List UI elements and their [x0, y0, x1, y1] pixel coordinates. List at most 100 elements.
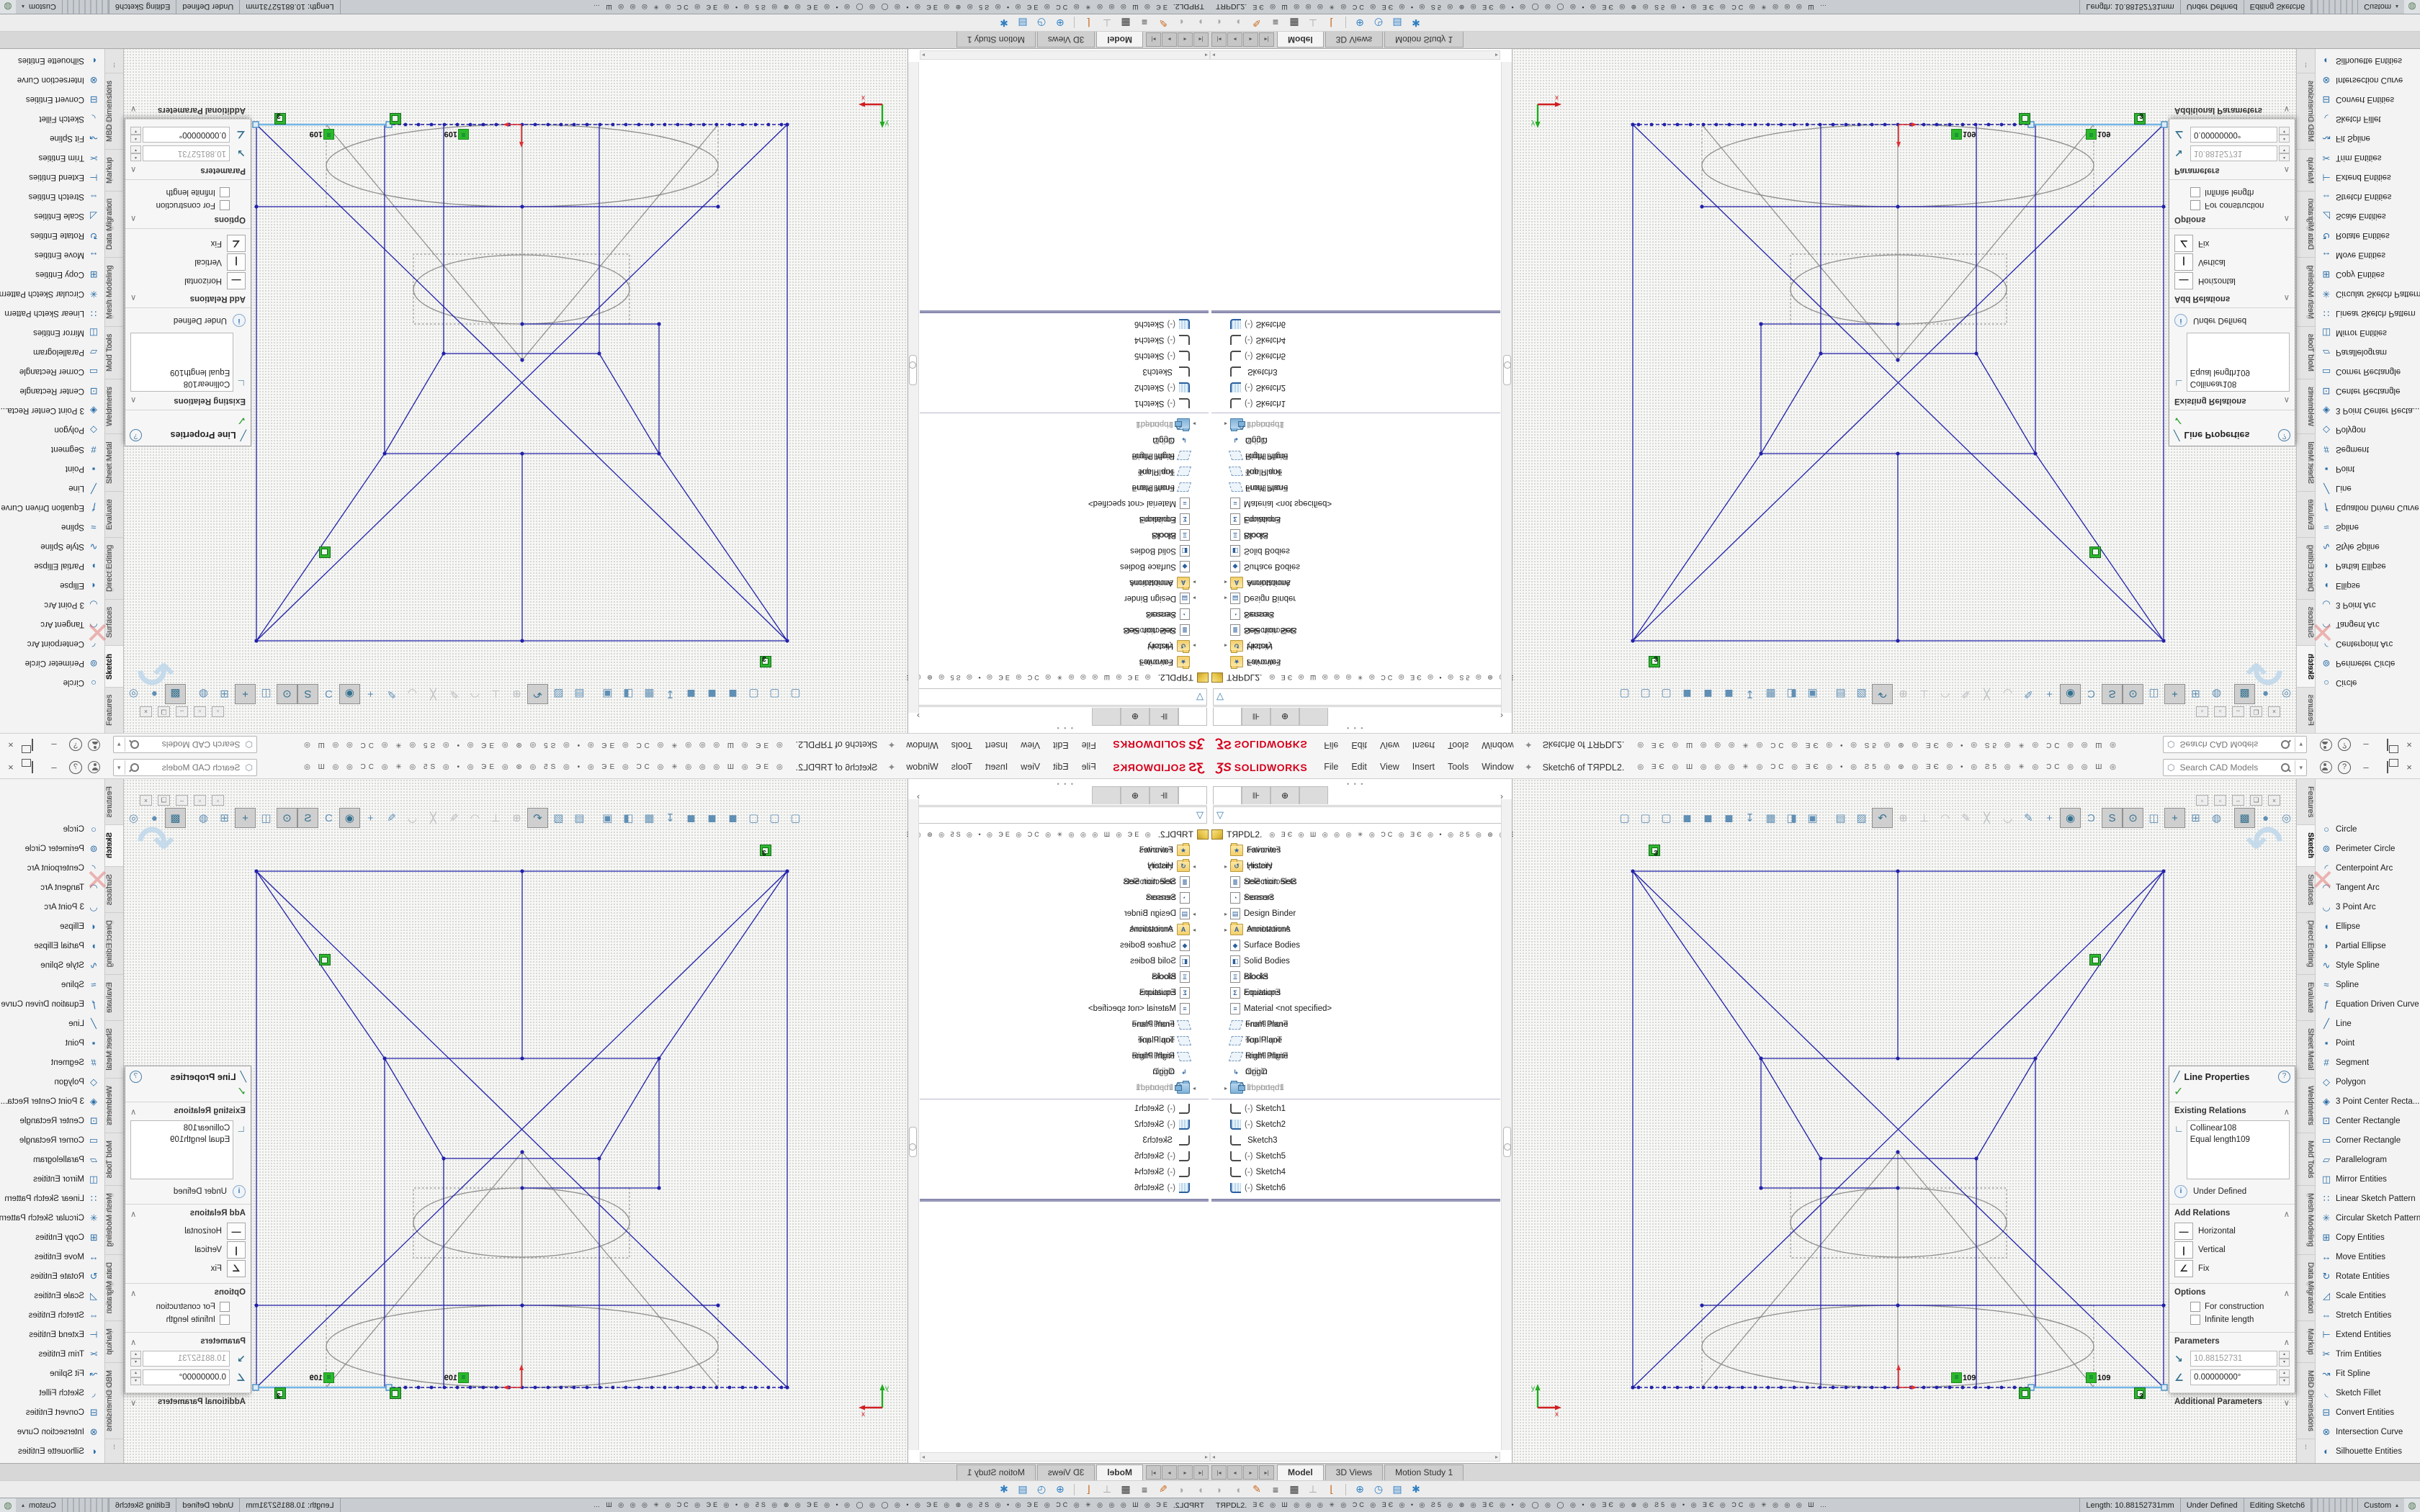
sketch-row[interactable]: ▸ (-) Sketch6Sketch6 — [1211, 316, 1500, 332]
collapse-caret-icon[interactable]: ∧ — [130, 1107, 136, 1117]
option-checkbox[interactable]: Infinite length — [130, 1315, 230, 1325]
add-relation-button[interactable]: — Horizontal — [130, 272, 246, 289]
length-field[interactable]: 10.88152731 — [2190, 1351, 2277, 1367]
heads-up-toolbar-icon[interactable]: ◼ — [722, 808, 743, 828]
command-tab[interactable]: MarkupMarkup — [2297, 149, 2315, 191]
sketch-row[interactable]: ▸ Sketch3Sketch3 — [920, 1133, 1209, 1148]
heads-up-toolbar-icon[interactable]: ↧ — [1739, 684, 1760, 704]
tree-row[interactable]: ▸ Front PlaneFront Plane — [1211, 1017, 1500, 1032]
collapse-caret-icon[interactable]: ∧ — [130, 293, 136, 303]
angle-field[interactable]: 0.00000000° — [2190, 1369, 2277, 1385]
sketch-tool-item[interactable]: ⊞ Copy Entities — [0, 1228, 104, 1247]
child-window-control-icon[interactable]: ❏ — [158, 795, 170, 806]
collapse-caret-icon[interactable]: ∨ — [2284, 104, 2290, 114]
bottom-toolbar-icon[interactable]: ⊥ — [1304, 1483, 1322, 1495]
angle-field[interactable]: 0.00000000° — [143, 1369, 230, 1385]
tree-row[interactable]: ▸ ↳ OriginOrigin — [920, 432, 1209, 448]
heads-up-toolbar-icon[interactable]: ◼ — [702, 684, 722, 704]
tree-filter[interactable]: ▽ — [1213, 688, 1507, 706]
menu-item[interactable]: Insert — [979, 756, 1014, 778]
option-checkbox[interactable]: Infinite length — [2190, 1315, 2290, 1325]
sketch-tool-item[interactable]: ⊞ Copy Entities — [0, 265, 104, 284]
sketch-tool-item[interactable]: ↻ Rotate Entities — [0, 226, 104, 246]
heads-up-toolbar-icon[interactable]: ▤ — [1830, 808, 1851, 828]
sketch-tool-item[interactable]: ◖ Ellipse — [0, 917, 104, 936]
sketch-row[interactable]: ▸ (-) Sketch2Sketch2 — [1211, 379, 1500, 395]
option-checkbox[interactable]: Infinite length — [130, 187, 230, 197]
sketch-tool-item[interactable]: ∿ Style Spline — [2316, 537, 2420, 557]
feature-manager-tab[interactable] — [1213, 708, 1242, 726]
add-relation-button[interactable]: — Horizontal — [2174, 272, 2290, 289]
bottom-toolbar-icon[interactable]: ▦ — [1116, 1483, 1135, 1495]
bottom-toolbar-icon[interactable]: ◗ — [1191, 1484, 1210, 1495]
status-custom-dropdown[interactable]: Custom ▴ — [16, 1498, 63, 1512]
bottom-toolbar-icon[interactable]: ◷ — [1032, 1483, 1051, 1495]
tree-row[interactable]: ▸ ≣ Selection SetsSelection Sets — [1211, 622, 1500, 638]
sketch-tool-item[interactable]: ⊡ Center Rectangle — [0, 1111, 104, 1130]
feature-manager-tab[interactable]: ⊕ — [1121, 786, 1150, 804]
dimension-label[interactable]: =109 — [1951, 129, 1976, 140]
search-dropdown-icon[interactable]: ▾ — [114, 760, 125, 775]
sketch-tool-item[interactable]: ∷ Linear Sketch Pattern — [0, 304, 104, 323]
add-relation-button[interactable]: ∠ Fix — [2174, 1260, 2290, 1277]
feature-manager-tab[interactable] — [1092, 708, 1121, 726]
heads-up-toolbar-icon[interactable]: ◼ — [681, 808, 702, 828]
search-dropdown-icon[interactable]: ▾ — [2295, 738, 2306, 752]
heads-up-toolbar-icon[interactable]: ↧ — [660, 684, 681, 704]
add-relation-button[interactable]: ∠ Fix — [130, 1260, 246, 1277]
heads-up-toolbar-icon[interactable]: ▢ — [785, 808, 806, 828]
sketch-tool-item[interactable]: ◗ Partial Ellipse — [2316, 936, 2420, 955]
tab-strip-overflow-icon[interactable]: ⁝ — [2297, 60, 2315, 73]
sketch-relation-badge[interactable]: 3 — [274, 113, 286, 125]
sketch-tool-item[interactable]: ≈ Spline — [2316, 518, 2420, 537]
motion-nav-button[interactable]: ▸ — [1162, 1465, 1177, 1480]
command-tab[interactable]: MarkupMarkup — [105, 149, 123, 191]
heads-up-toolbar-icon[interactable]: ▣ — [597, 808, 618, 828]
sketch-relation-badge[interactable]: 3 — [760, 845, 771, 856]
ok-check-icon[interactable]: ✓ — [2169, 410, 2295, 428]
sketch-tool-item[interactable]: ◟ Sketch Fillet — [0, 109, 104, 129]
help-icon[interactable]: ? — [2338, 761, 2351, 774]
scroll-right-icon[interactable]: ▸ — [922, 52, 925, 58]
sketch-tool-item[interactable]: ⊞ Copy Entities — [2316, 1228, 2420, 1247]
status-custom-dropdown[interactable]: Custom ▴ — [2357, 1498, 2404, 1512]
menu-item[interactable]: Edit — [1345, 756, 1373, 778]
tree-row[interactable]: ▸ ◔ SensorsSensors — [920, 890, 1209, 906]
heads-up-toolbar-icon[interactable]: ◉ — [2060, 808, 2081, 828]
heads-up-toolbar-icon[interactable]: ▦ — [639, 684, 660, 704]
splitter-knob[interactable] — [909, 361, 916, 369]
sketch-tool-item[interactable]: ↔ Move Entities — [2316, 246, 2420, 265]
sketch-tool-item[interactable]: ↝ Fit Spline — [0, 1364, 104, 1383]
sketch-tool-item[interactable]: ↔ Move Entities — [2316, 1247, 2420, 1266]
bottom-toolbar-icon[interactable]: ⊥ — [1304, 17, 1322, 29]
heads-up-toolbar-icon[interactable]: ⊕ — [1893, 808, 1914, 828]
restore-button[interactable] — [22, 756, 43, 778]
heads-up-toolbar-icon[interactable]: ⊥ — [1914, 684, 1935, 704]
sketch-tool-item[interactable]: ◿ Scale Entities — [0, 207, 104, 226]
bottom-toolbar-icon[interactable]: ◗ — [1210, 1484, 1229, 1495]
bottom-toolbar-icon[interactable]: ▤ — [1013, 17, 1032, 29]
length-field[interactable]: 10.88152731 — [2190, 145, 2277, 161]
expand-caret-icon[interactable]: ▸ — [1222, 1085, 1230, 1092]
heads-up-toolbar-icon[interactable]: ▢ — [764, 808, 785, 828]
bottom-toolbar-icon[interactable]: ≡ — [1135, 17, 1154, 29]
heads-up-toolbar-icon[interactable]: ▢ — [1635, 808, 1656, 828]
rollback-bar[interactable] — [920, 310, 1209, 313]
tree-row[interactable]: ▸ ◆ Surface BodiesSurface Bodies — [920, 559, 1209, 575]
angle-spinner[interactable]: ▴▾ — [2279, 127, 2290, 143]
heads-up-toolbar-icon[interactable]: ✎ — [2018, 684, 2039, 704]
heads-up-toolbar-icon[interactable]: ╳ — [423, 684, 444, 704]
relations-list[interactable]: Collinear108Equal length109 — [2187, 333, 2290, 392]
heads-up-toolbar-icon[interactable]: ▢ — [1656, 808, 1677, 828]
sketch-relation-badge[interactable] — [319, 546, 331, 558]
sketch-relation-badge[interactable] — [2089, 546, 2101, 558]
bottom-toolbar-icon[interactable]: ≡ — [1135, 1484, 1154, 1495]
heads-up-toolbar-icon[interactable]: ⊥ — [485, 808, 506, 828]
sketch-tool-item[interactable]: ⊡ Center Rectangle — [2316, 382, 2420, 401]
heads-up-toolbar-icon[interactable]: ✎ — [444, 808, 465, 828]
child-window-control-icon[interactable]: ❏ — [158, 706, 170, 717]
heads-up-toolbar-icon[interactable]: + — [2164, 808, 2185, 828]
bottom-toolbar-icon[interactable]: ◖ — [1229, 1484, 1247, 1495]
sketch-tool-item[interactable]: ◫ Mirror Entities — [0, 1169, 104, 1189]
command-tab[interactable]: FeaturesFeatures — [105, 779, 123, 825]
